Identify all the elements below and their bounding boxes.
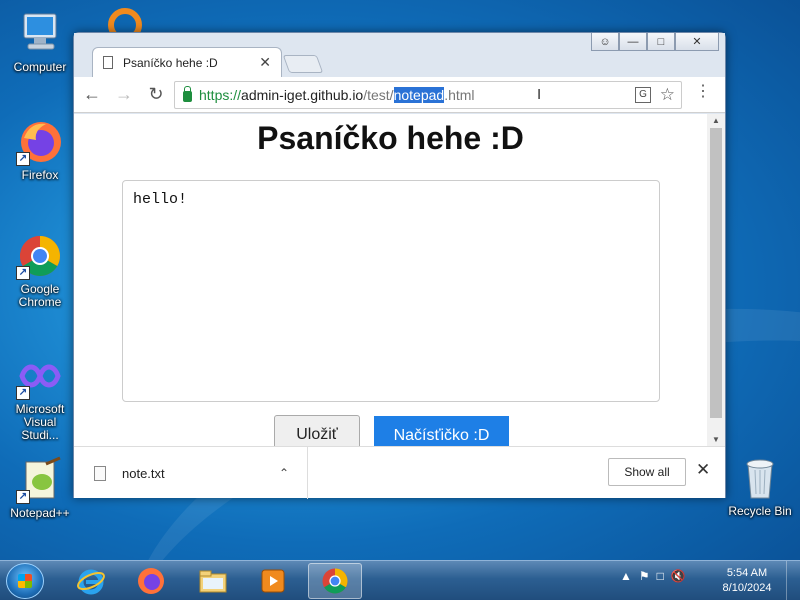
shortcut-arrow-icon: ↗ bbox=[16, 266, 30, 280]
desktop-icon-label: Recycle Bin bbox=[728, 504, 792, 518]
browser-menu-icon[interactable]: ⋮ bbox=[695, 83, 711, 101]
back-button[interactable]: ← bbox=[78, 81, 106, 109]
url-path-before: /test/ bbox=[363, 87, 394, 103]
clock[interactable]: 5:54 AM 8/10/2024 bbox=[712, 566, 782, 596]
url-scheme: https:// bbox=[199, 87, 242, 103]
recycle-bin-icon bbox=[736, 454, 784, 502]
desktop-icon-firefox[interactable]: ↗ Firefox bbox=[4, 118, 76, 182]
tab-close-icon[interactable]: ✕ bbox=[259, 54, 271, 71]
chevron-up-icon[interactable]: ⌃ bbox=[279, 466, 289, 480]
chrome-icon: ↗ bbox=[16, 232, 64, 280]
file-icon bbox=[94, 465, 106, 481]
desktop-icon-label: Firefox bbox=[21, 168, 59, 182]
desktop-icon-label: Microsoft Visual Studi... bbox=[15, 402, 65, 442]
load-button[interactable]: Načísťičko :D bbox=[374, 416, 509, 446]
media-player-icon bbox=[261, 569, 285, 593]
scroll-down-icon[interactable]: ▼ bbox=[712, 435, 720, 444]
scroll-thumb[interactable] bbox=[710, 128, 722, 418]
url-host: admin-iget.github.io bbox=[241, 87, 364, 103]
clock-date: 8/10/2024 bbox=[722, 582, 772, 594]
page-icon bbox=[103, 56, 113, 69]
desktop-icon-chrome[interactable]: ↗ Google Chrome bbox=[4, 232, 76, 309]
taskbar-media-player[interactable] bbox=[246, 563, 300, 599]
note-textarea[interactable]: hello! bbox=[122, 180, 660, 402]
shortcut-arrow-icon: ↗ bbox=[16, 386, 30, 400]
chrome-icon bbox=[322, 568, 348, 594]
title-bar[interactable]: ☺ — □ ✕ Psaníčko hehe :D ✕ bbox=[74, 33, 725, 77]
start-button[interactable] bbox=[6, 563, 44, 599]
file-explorer-icon bbox=[199, 570, 227, 593]
download-bar: note.txt ⌃ Show all ✕ bbox=[74, 446, 725, 499]
desktop-icon-notepadpp[interactable]: ↗ Notepad++ bbox=[4, 456, 76, 520]
system-tray: ▲ ⚑ □ 🔇 bbox=[620, 569, 686, 583]
translate-icon[interactable]: G bbox=[635, 87, 651, 103]
taskbar-file-explorer[interactable] bbox=[186, 563, 240, 599]
user-profile-icon[interactable]: ☺ bbox=[591, 33, 619, 51]
firefox-icon bbox=[138, 568, 164, 594]
close-download-bar-icon[interactable]: ✕ bbox=[696, 460, 710, 480]
show-hidden-icons-icon[interactable]: ▲ bbox=[620, 569, 632, 583]
tab-active[interactable]: Psaníčko hehe :D ✕ bbox=[92, 47, 282, 77]
page-title: Psaníčko hehe :D bbox=[257, 120, 524, 156]
shortcut-arrow-icon: ↗ bbox=[16, 152, 30, 166]
browser-toolbar: ← → ↻ https://admin-iget.github.io/test/… bbox=[74, 77, 725, 113]
desktop-icon-recycle-bin[interactable]: Recycle Bin bbox=[724, 454, 796, 518]
maximize-button[interactable]: □ bbox=[647, 33, 675, 51]
clock-time: 5:54 AM bbox=[726, 567, 768, 579]
vertical-scrollbar[interactable]: ▲ ▼ bbox=[707, 114, 725, 446]
browser-window: ☺ — □ ✕ Psaníčko hehe :D ✕ ← → ↻ https:/… bbox=[73, 32, 726, 499]
taskbar-internet-explorer[interactable] bbox=[64, 563, 118, 599]
bookmark-star-icon[interactable]: ☆ bbox=[660, 85, 675, 105]
new-tab-button[interactable] bbox=[282, 55, 324, 73]
scroll-up-icon[interactable]: ▲ bbox=[712, 116, 720, 125]
text-cursor-icon: I bbox=[537, 86, 542, 103]
notepadpp-icon: ↗ bbox=[16, 456, 64, 504]
lock-icon bbox=[183, 85, 192, 102]
visual-studio-icon: ↗ bbox=[16, 352, 64, 400]
shortcut-arrow-icon: ↗ bbox=[16, 490, 30, 504]
download-file-name: note.txt bbox=[122, 465, 165, 481]
close-window-button[interactable]: ✕ bbox=[675, 33, 719, 51]
url-selected-text: notepad bbox=[393, 87, 445, 103]
taskbar-firefox[interactable] bbox=[124, 563, 178, 599]
download-item[interactable]: note.txt ⌃ bbox=[94, 447, 308, 499]
desktop-icon-label: Computer bbox=[13, 60, 67, 74]
desktop-icon-label: Notepad++ bbox=[10, 506, 70, 520]
taskbar-chrome[interactable] bbox=[308, 563, 362, 599]
show-desktop-button[interactable] bbox=[786, 561, 800, 600]
save-button[interactable]: Uložiť bbox=[274, 415, 360, 446]
computer-icon bbox=[16, 10, 64, 58]
desktop-icon-computer[interactable]: Computer bbox=[4, 10, 76, 74]
desktop-icon-visual-studio[interactable]: ↗ Microsoft Visual Studi... bbox=[4, 352, 76, 442]
forward-button[interactable]: → bbox=[110, 81, 138, 109]
internet-explorer-icon bbox=[77, 569, 105, 595]
minimize-button[interactable]: — bbox=[619, 33, 647, 51]
taskbar: ▲ ⚑ □ 🔇 5:54 AM 8/10/2024 bbox=[0, 560, 800, 600]
url-path-after: .html bbox=[444, 87, 475, 103]
network-icon[interactable]: □ bbox=[657, 569, 664, 583]
tab-title: Psaníčko hehe :D bbox=[123, 55, 218, 70]
show-all-button[interactable]: Show all bbox=[608, 458, 686, 486]
address-bar[interactable]: https://admin-iget.github.io/test/notepa… bbox=[174, 81, 682, 109]
flag-icon[interactable]: ⚑ bbox=[639, 569, 650, 583]
volume-muted-icon[interactable]: 🔇 bbox=[671, 569, 686, 583]
firefox-icon: ↗ bbox=[16, 118, 64, 166]
reload-button[interactable]: ↻ bbox=[142, 81, 170, 109]
desktop-icon-label: Google Chrome bbox=[18, 282, 62, 309]
page-viewport: Psaníčko hehe :D hello! Uložiť Načísťičk… bbox=[74, 114, 707, 446]
window-controls: ☺ — □ ✕ bbox=[591, 33, 719, 51]
